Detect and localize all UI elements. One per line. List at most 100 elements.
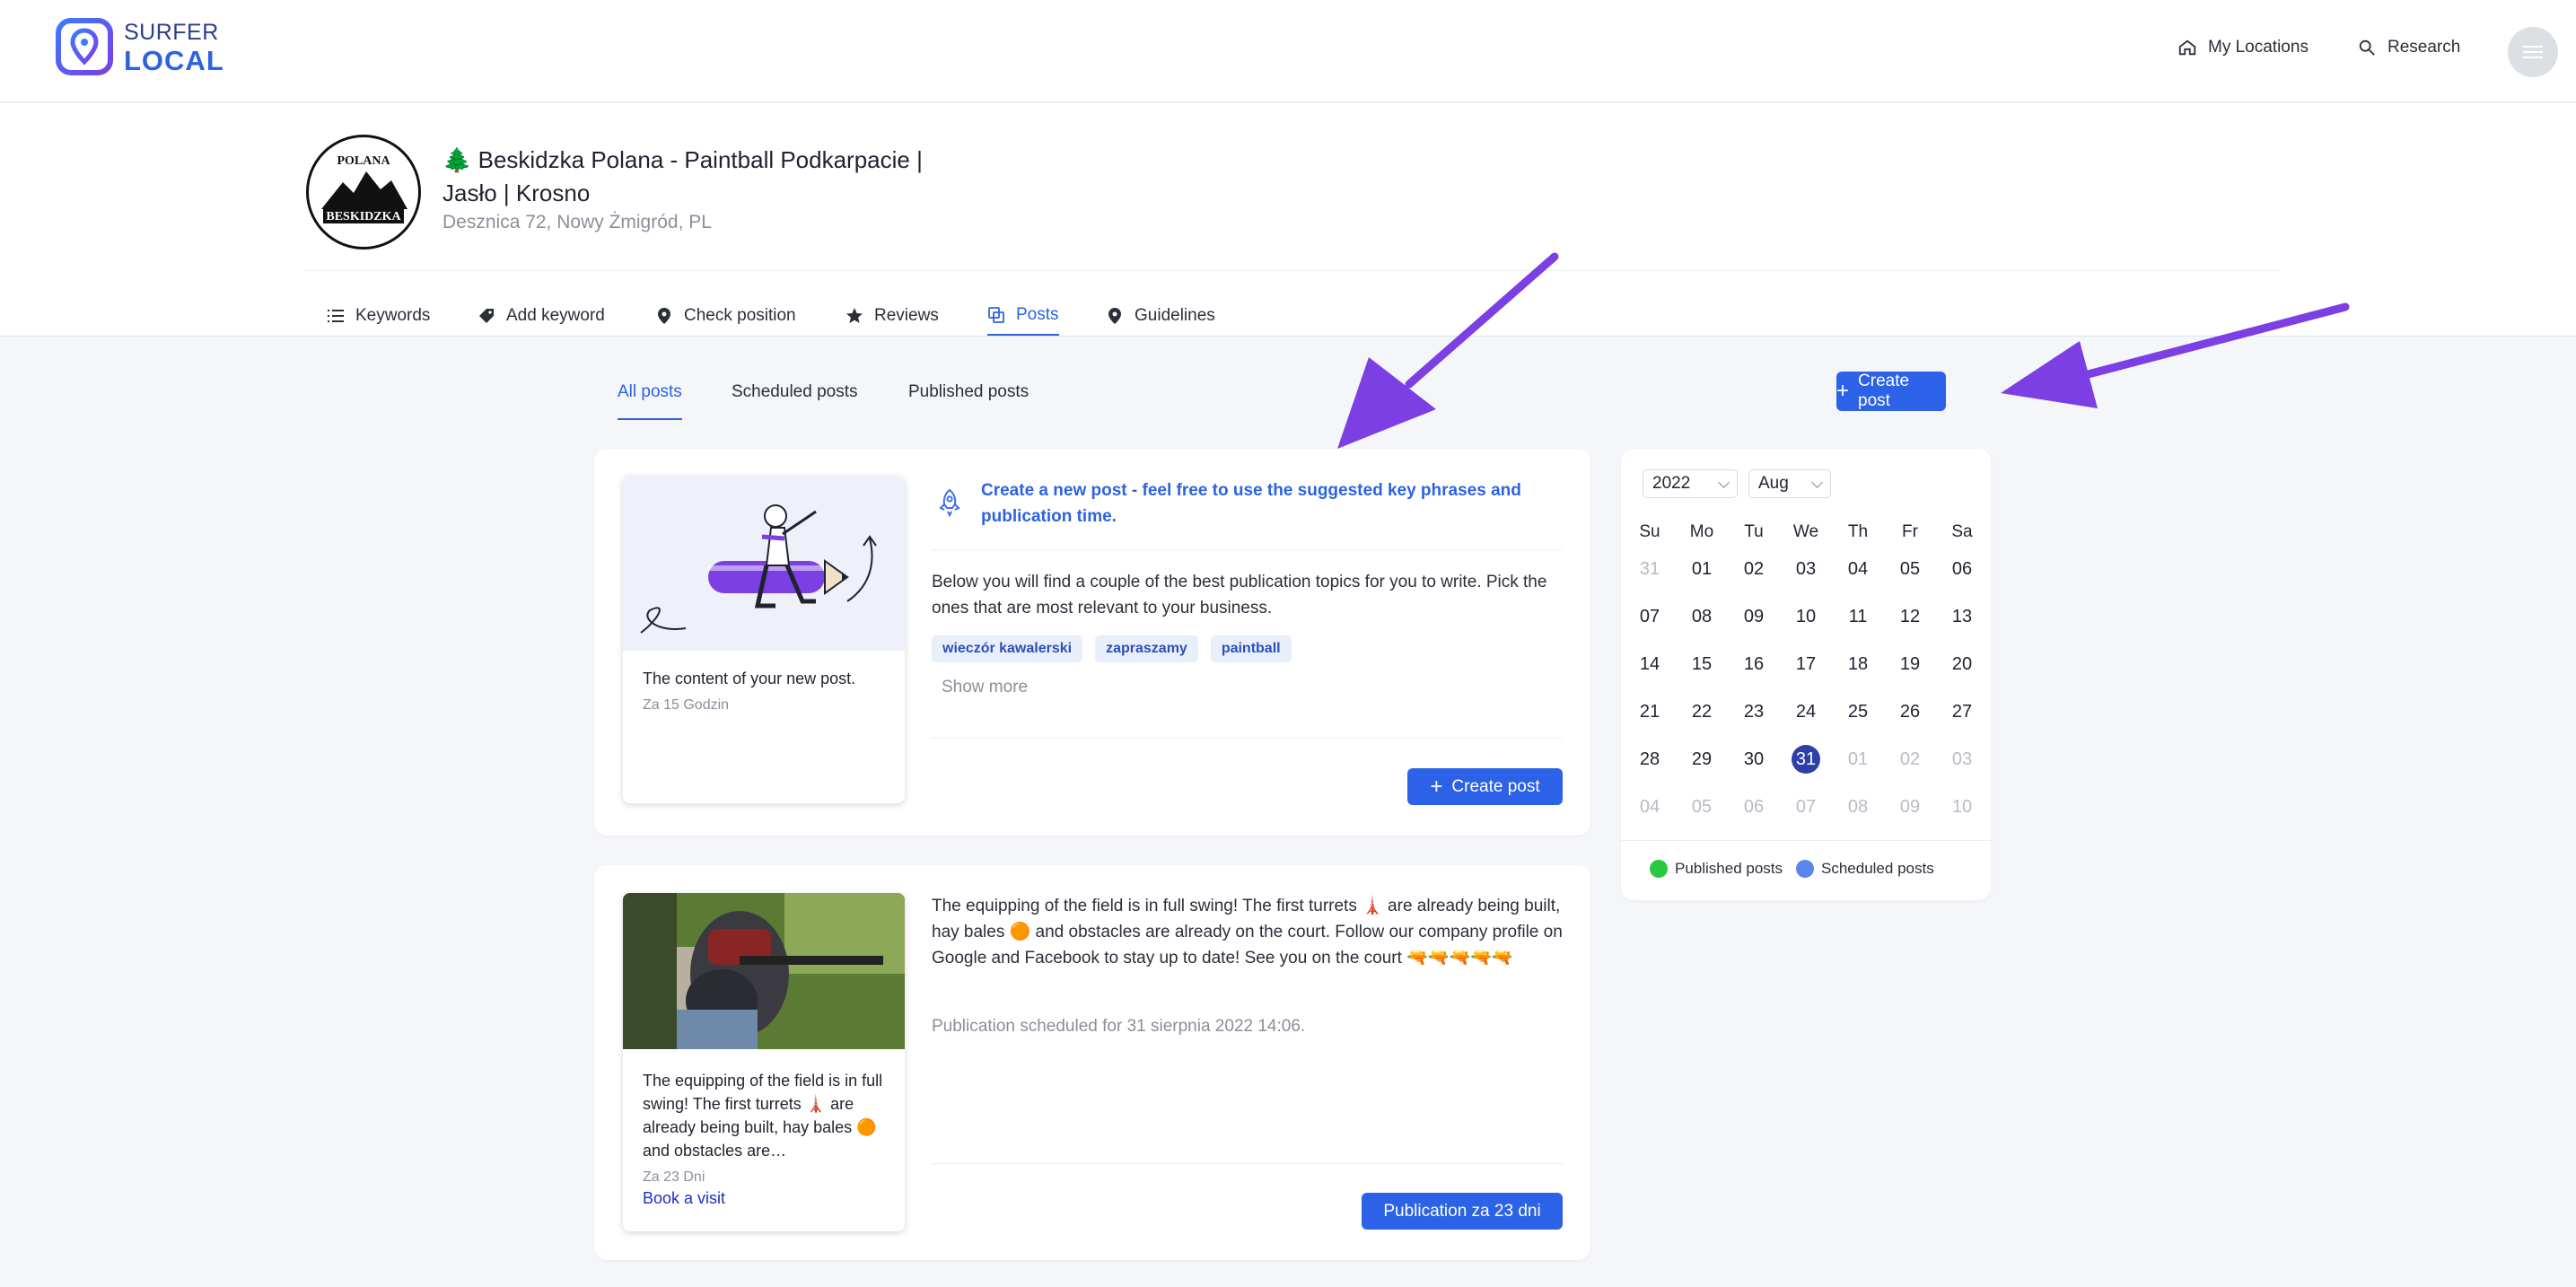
scheduled-post-preview[interactable]: The equipping of the field is in full sw… — [623, 893, 905, 1231]
calendar-day[interactable]: 04 — [1624, 792, 1676, 822]
rocket-icon — [939, 488, 960, 518]
nav-research[interactable]: Research — [2357, 38, 2460, 57]
calendar-day[interactable]: 30 — [1728, 744, 1780, 775]
keyword-chip[interactable]: zapraszamy — [1095, 635, 1198, 662]
year-select[interactable]: 2022 — [1643, 469, 1738, 498]
divider — [932, 1163, 1563, 1164]
calendar-day[interactable]: 10 — [1780, 601, 1832, 632]
new-post-preview[interactable]: The content of your new post. Za 15 Godz… — [623, 476, 905, 803]
blue-dot-icon — [1796, 860, 1814, 878]
tab-posts-label: Posts — [1016, 305, 1059, 324]
calendar-day[interactable]: 26 — [1884, 696, 1936, 727]
calendar-day[interactable]: 07 — [1780, 792, 1832, 822]
weekday-header: Th — [1847, 522, 1869, 541]
preview-time: Za 23 Dni — [643, 1169, 705, 1185]
calendar-day[interactable]: 22 — [1676, 696, 1728, 727]
weekday-header: Sa — [1951, 522, 1973, 541]
rocket-pencil-illustration — [640, 504, 877, 634]
calendar-day[interactable]: 01 — [1832, 744, 1884, 775]
calendar-day[interactable]: 13 — [1936, 601, 1988, 632]
calendar-day[interactable]: 06 — [1728, 792, 1780, 822]
calendar-day[interactable]: 15 — [1676, 649, 1728, 679]
calendar-day[interactable]: 07 — [1624, 601, 1676, 632]
calendar-day[interactable]: 03 — [1780, 554, 1832, 584]
star-icon — [846, 308, 863, 323]
chevron-down-icon — [1718, 476, 1730, 488]
keyword-chip[interactable]: wieczór kawalerski — [932, 635, 1083, 662]
calendar-day[interactable]: 11 — [1832, 601, 1884, 632]
divider — [1621, 840, 1991, 841]
home-icon — [2178, 39, 2196, 56]
new-post-description: Below you will find a couple of the best… — [932, 573, 1547, 617]
hamburger-menu-icon — [2523, 46, 2543, 58]
surfer-local-logo[interactable]: SURFER LOCAL — [54, 18, 224, 77]
tab-add-keyword[interactable]: Add keyword — [478, 296, 605, 336]
paintball-player-photo — [623, 893, 905, 1049]
subtab-scheduled-posts[interactable]: Scheduled posts — [732, 382, 858, 420]
publication-button[interactable]: Publication za 23 dni — [1362, 1193, 1563, 1230]
calendar-day[interactable]: 24 — [1780, 696, 1832, 727]
show-more-link[interactable]: Show more — [942, 678, 1028, 697]
calendar-day[interactable]: 16 — [1728, 649, 1780, 679]
calendar-day[interactable]: 09 — [1884, 792, 1936, 822]
weekday-header: Tu — [1744, 522, 1764, 541]
calendar-day[interactable]: 20 — [1936, 649, 1988, 679]
copy-icon — [988, 307, 1004, 323]
calendar-day[interactable]: 29 — [1676, 744, 1728, 775]
legend-published: Published posts — [1650, 860, 1783, 878]
weekday-header: We — [1792, 522, 1819, 541]
calendar-day[interactable]: 21 — [1624, 696, 1676, 727]
illustration — [623, 476, 905, 651]
tab-check-position[interactable]: Check position — [655, 296, 796, 336]
logo-text-bottom: LOCAL — [124, 44, 224, 76]
calendar-day[interactable]: 03 — [1936, 744, 1988, 775]
calendar-day[interactable]: 27 — [1936, 696, 1988, 727]
tab-reviews[interactable]: Reviews — [846, 296, 939, 336]
calendar-day[interactable]: 06 — [1936, 554, 1988, 584]
business-name: 🌲 Beskidzka Polana - Paintball Podkarpac… — [442, 146, 923, 206]
top-bar: SURFER LOCAL My Locations Research — [0, 0, 2576, 102]
keyword-chips: wieczór kawalerski zapraszamy paintball — [932, 635, 1304, 662]
calendar-day[interactable]: 05 — [1676, 792, 1728, 822]
month-select[interactable]: Aug — [1748, 469, 1831, 498]
calendar-day[interactable]: 10 — [1936, 792, 1988, 822]
subtab-published-posts[interactable]: Published posts — [908, 382, 1029, 420]
subtab-all-posts[interactable]: All posts — [618, 382, 682, 420]
calendar-day[interactable]: 02 — [1884, 744, 1936, 775]
logo-text-top: SURFER — [124, 19, 219, 45]
calendar-day[interactable]: 02 — [1728, 554, 1780, 584]
user-menu-button[interactable] — [2508, 27, 2558, 77]
tab-keywords[interactable]: Keywords — [327, 296, 430, 336]
calendar-day[interactable]: 17 — [1780, 649, 1832, 679]
tab-posts[interactable]: Posts — [987, 296, 1059, 336]
calendar-day[interactable]: 14 — [1624, 649, 1676, 679]
keyword-chip[interactable]: paintball — [1210, 635, 1292, 662]
svg-text:POLANA: POLANA — [337, 154, 390, 168]
tab-guidelines[interactable]: Guidelines — [1106, 296, 1215, 336]
calendar-day[interactable]: 18 — [1832, 649, 1884, 679]
calendar-day[interactable]: 19 — [1884, 649, 1936, 679]
nav-my-locations[interactable]: My Locations — [2177, 38, 2309, 57]
calendar-day[interactable]: 28 — [1624, 744, 1676, 775]
create-post-button-card[interactable]: + Create post — [1407, 768, 1563, 805]
nav-my-locations-label: My Locations — [2208, 38, 2309, 57]
calendar-day[interactable]: 23 — [1728, 696, 1780, 727]
calendar-day[interactable]: 08 — [1832, 792, 1884, 822]
calendar-day[interactable]: 09 — [1728, 601, 1780, 632]
search-icon — [2359, 39, 2375, 56]
create-post-button-top-label: Create post — [1858, 372, 1910, 410]
calendar-day-selected[interactable]: 31 — [1780, 744, 1832, 775]
calendar-day[interactable]: 05 — [1884, 554, 1936, 584]
header-divider — [303, 270, 2280, 271]
book-a-visit-link[interactable]: Book a visit — [643, 1189, 725, 1208]
preview-text: The equipping of the field is in full sw… — [643, 1072, 883, 1160]
create-post-button-top[interactable]: + Create post — [1836, 372, 1946, 411]
calendar-day[interactable]: 25 — [1832, 696, 1884, 727]
tab-reviews-label: Reviews — [874, 306, 939, 325]
calendar-day[interactable]: 12 — [1884, 601, 1936, 632]
location-pin-icon — [1108, 308, 1121, 324]
calendar-day[interactable]: 31 — [1624, 554, 1676, 584]
calendar-day[interactable]: 01 — [1676, 554, 1728, 584]
calendar-day[interactable]: 04 — [1832, 554, 1884, 584]
calendar-day[interactable]: 08 — [1676, 601, 1728, 632]
